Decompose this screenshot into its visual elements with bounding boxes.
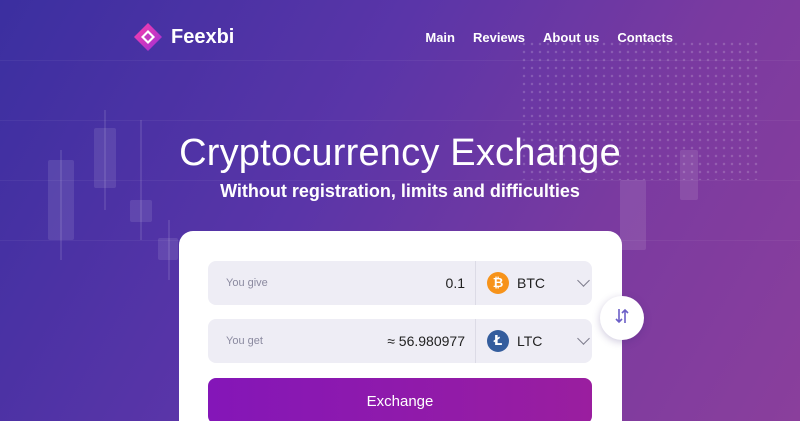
give-field[interactable]: You give 0.1 ₿ BTC — [208, 261, 592, 305]
nav-about-us[interactable]: About us — [543, 30, 599, 45]
get-amount-value: ≈ 56.980977 — [387, 333, 465, 349]
main-nav: Main Reviews About us Contacts — [425, 30, 673, 45]
hero-subtitle: Without registration, limits and difficu… — [220, 181, 580, 201]
chevron-down-icon — [577, 332, 590, 345]
logo[interactable]: Feexbi — [133, 22, 234, 52]
exchange-button[interactable]: Exchange — [208, 378, 592, 421]
swap-arrows-icon — [614, 307, 630, 329]
give-amount-input[interactable]: 0.1 — [328, 275, 475, 291]
hero-title: Cryptocurrency Exchange — [179, 132, 621, 174]
swap-button[interactable] — [600, 296, 644, 340]
logo-icon — [133, 22, 163, 52]
give-currency-code: BTC — [517, 275, 545, 291]
nav-contacts[interactable]: Contacts — [617, 30, 673, 45]
get-currency-select[interactable]: Ł LTC — [476, 330, 592, 352]
get-label: You get — [226, 335, 263, 347]
site-header: Feexbi Main Reviews About us Contacts — [133, 18, 673, 56]
exchange-card: You give 0.1 ₿ BTC You get ≈ 56.980977 Ł… — [179, 231, 622, 421]
bitcoin-icon: ₿ — [487, 272, 509, 294]
litecoin-icon: Ł — [487, 330, 509, 352]
brand-name: Feexbi — [171, 25, 235, 48]
get-field[interactable]: You get ≈ 56.980977 Ł LTC — [208, 319, 592, 363]
give-currency-select[interactable]: ₿ BTC — [476, 272, 592, 294]
get-currency-code: LTC — [517, 333, 543, 349]
give-label: You give — [226, 277, 268, 289]
chevron-down-icon — [577, 274, 590, 287]
nav-main[interactable]: Main — [425, 30, 455, 45]
nav-reviews[interactable]: Reviews — [473, 30, 525, 45]
